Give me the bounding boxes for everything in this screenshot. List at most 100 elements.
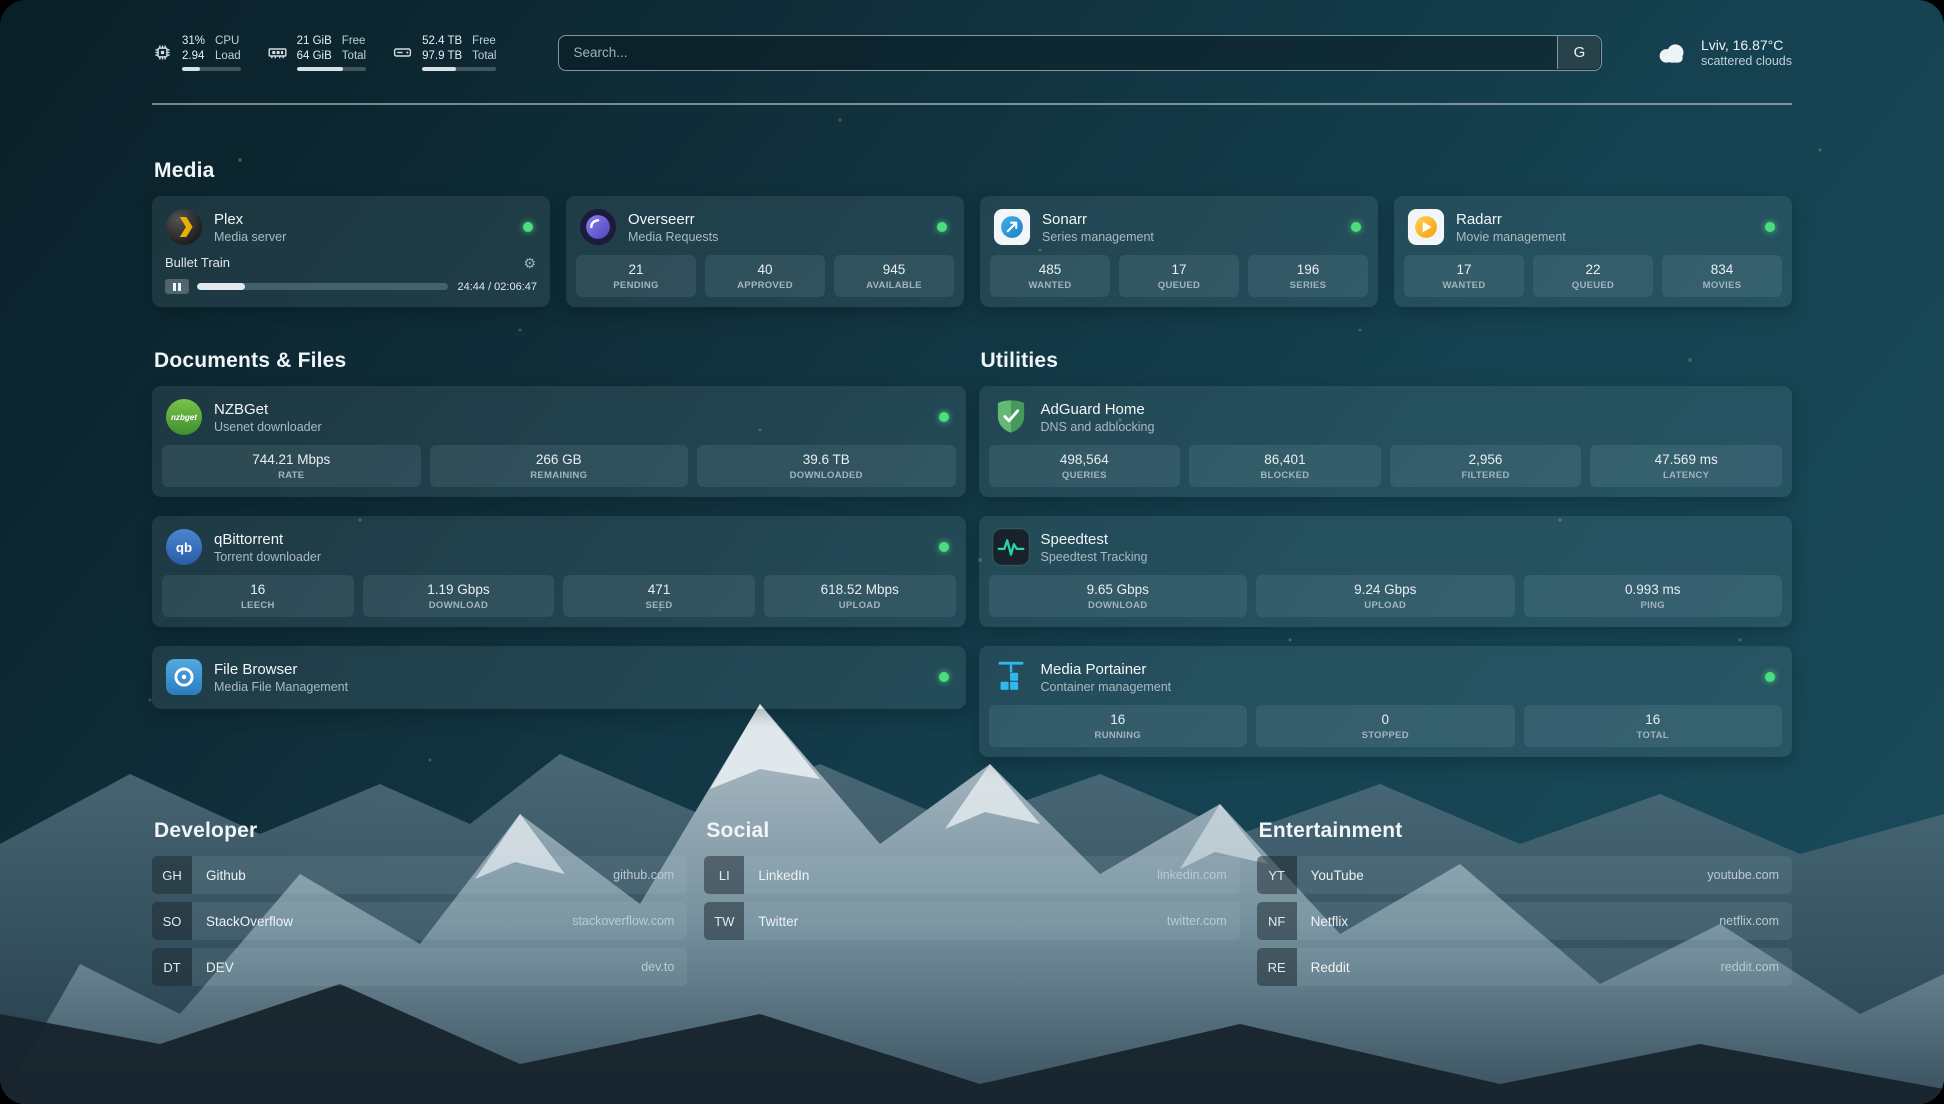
service-names: Media Portainer Container management bbox=[1041, 661, 1755, 694]
bookmarks-area: Developer GH Github github.com SO StackO… bbox=[152, 819, 1792, 986]
service-subtitle: DNS and adblocking bbox=[1041, 420, 1779, 434]
service-card-adguard[interactable]: AdGuard Home DNS and adblocking 498,564 … bbox=[979, 386, 1793, 497]
disk-icon bbox=[392, 42, 413, 63]
stat-value: 485 bbox=[992, 262, 1108, 277]
bookmark-name: YouTube bbox=[1297, 856, 1708, 894]
stat-value: 0.993 ms bbox=[1526, 582, 1781, 597]
service-names: qBittorrent Torrent downloader bbox=[214, 531, 928, 564]
bookmark-name: Github bbox=[192, 856, 613, 894]
memory-data: 21 GiB Free 64 GiB Total bbox=[297, 34, 366, 71]
stat-available: 945 AVAILABLE bbox=[834, 255, 954, 297]
bookmark-domain: linkedin.com bbox=[1157, 856, 1239, 894]
qbittorrent-icon: qb bbox=[165, 528, 203, 566]
search-provider-button[interactable]: G bbox=[1557, 36, 1600, 69]
service-card-portainer[interactable]: Media Portainer Container management 16 … bbox=[979, 646, 1793, 757]
section-developer: Developer GH Github github.com SO StackO… bbox=[152, 819, 687, 986]
stat-value: 2,956 bbox=[1392, 452, 1580, 467]
cpu-bar bbox=[182, 67, 241, 72]
bookmark-dev[interactable]: DT DEV dev.to bbox=[152, 948, 687, 986]
service-name: qBittorrent bbox=[214, 531, 928, 548]
memory-bar-fill bbox=[297, 67, 344, 72]
stat-series: 196 SERIES bbox=[1248, 255, 1368, 297]
service-stats: 485 WANTED 17 QUEUED 196 SERIES bbox=[990, 255, 1368, 297]
stat-label: STOPPED bbox=[1258, 730, 1513, 741]
bookmark-twitter[interactable]: TW Twitter twitter.com bbox=[704, 902, 1239, 940]
bookmark-stackoverflow[interactable]: SO StackOverflow stackoverflow.com bbox=[152, 902, 687, 940]
section-title-documents: Documents & Files bbox=[154, 349, 966, 373]
service-name: Radarr bbox=[1456, 211, 1754, 228]
status-dot bbox=[939, 412, 949, 422]
now-playing-progress-fill bbox=[197, 283, 245, 290]
service-subtitle: Media server bbox=[214, 230, 512, 244]
disk-total-label: Total bbox=[472, 49, 496, 64]
service-stats: 17 WANTED 22 QUEUED 834 MOVIES bbox=[1404, 255, 1782, 297]
bookmark-reddit[interactable]: RE Reddit reddit.com bbox=[1257, 948, 1792, 986]
svg-text:qb: qb bbox=[176, 540, 192, 555]
search-input[interactable] bbox=[558, 35, 1602, 71]
speedtest-icon bbox=[992, 528, 1030, 566]
pause-button[interactable] bbox=[165, 279, 189, 294]
service-stats: 744.21 Mbps RATE 266 GB REMAINING 39.6 T… bbox=[162, 445, 956, 487]
stat-filtered: 2,956 FILTERED bbox=[1390, 445, 1582, 487]
stat-approved: 40 APPROVED bbox=[705, 255, 825, 297]
stat-remaining: 266 GB REMAINING bbox=[430, 445, 689, 487]
stat-value: 498,564 bbox=[991, 452, 1179, 467]
stat-stopped: 0 STOPPED bbox=[1256, 705, 1515, 747]
radarr-icon bbox=[1407, 208, 1445, 246]
stat-download: 9.65 Gbps DOWNLOAD bbox=[989, 575, 1248, 617]
service-card-plex[interactable]: Plex Media server Bullet Train ⚙ 24:44 /… bbox=[152, 196, 550, 307]
stat-label: QUEUED bbox=[1121, 280, 1237, 291]
bookmark-name: Netflix bbox=[1297, 902, 1720, 940]
bookmark-domain: stackoverflow.com bbox=[572, 902, 687, 940]
bookmark-abbr: GH bbox=[152, 856, 192, 894]
service-names: Overseerr Media Requests bbox=[628, 211, 926, 244]
bookmark-github[interactable]: GH Github github.com bbox=[152, 856, 687, 894]
service-names: Radarr Movie management bbox=[1456, 211, 1754, 244]
service-name: Media Portainer bbox=[1041, 661, 1755, 678]
service-card-filebrowser[interactable]: File Browser Media File Management bbox=[152, 646, 966, 709]
service-header: Speedtest Speedtest Tracking bbox=[989, 525, 1783, 575]
memory-total-label: Total bbox=[342, 49, 366, 64]
bookmark-youtube[interactable]: YT YouTube youtube.com bbox=[1257, 856, 1792, 894]
stat-total: 16 TOTAL bbox=[1524, 705, 1783, 747]
stat-label: FILTERED bbox=[1392, 470, 1580, 481]
stat-label: DOWNLOAD bbox=[365, 600, 553, 611]
service-subtitle: Movie management bbox=[1456, 230, 1754, 244]
stat-label: SEED bbox=[565, 600, 753, 611]
service-header: Radarr Movie management bbox=[1404, 205, 1782, 255]
service-card-radarr[interactable]: Radarr Movie management 17 WANTED 22 QUE… bbox=[1394, 196, 1792, 307]
stat-value: 22 bbox=[1535, 262, 1651, 277]
stat-downloaded: 39.6 TB DOWNLOADED bbox=[697, 445, 956, 487]
weather-condition: scattered clouds bbox=[1701, 54, 1792, 68]
stat-rate: 744.21 Mbps RATE bbox=[162, 445, 421, 487]
service-name: NZBGet bbox=[214, 401, 928, 418]
service-card-overseerr[interactable]: Overseerr Media Requests 21 PENDING 40 A… bbox=[566, 196, 964, 307]
bookmark-linkedin[interactable]: LI LinkedIn linkedin.com bbox=[704, 856, 1239, 894]
gear-icon[interactable]: ⚙ bbox=[523, 256, 536, 270]
service-stats: 9.65 Gbps DOWNLOAD 9.24 Gbps UPLOAD 0.99… bbox=[989, 575, 1783, 617]
service-card-sonarr[interactable]: Sonarr Series management 485 WANTED 17 Q… bbox=[980, 196, 1378, 307]
section-title-social: Social bbox=[706, 819, 1239, 843]
stat-upload: 9.24 Gbps UPLOAD bbox=[1256, 575, 1515, 617]
service-subtitle: Media Requests bbox=[628, 230, 926, 244]
disk-widget: 52.4 TB Free 97.9 TB Total bbox=[392, 34, 496, 71]
bookmark-abbr: RE bbox=[1257, 948, 1297, 986]
service-subtitle: Usenet downloader bbox=[214, 420, 928, 434]
disk-data: 52.4 TB Free 97.9 TB Total bbox=[422, 34, 496, 71]
status-dot bbox=[523, 222, 533, 232]
stat-queued: 22 QUEUED bbox=[1533, 255, 1653, 297]
stat-value: 47.569 ms bbox=[1592, 452, 1780, 467]
stat-value: 618.52 Mbps bbox=[766, 582, 954, 597]
section-social: Social LI LinkedIn linkedin.com TW Twitt… bbox=[704, 819, 1239, 940]
bookmark-netflix[interactable]: NF Netflix netflix.com bbox=[1257, 902, 1792, 940]
stat-running: 16 RUNNING bbox=[989, 705, 1248, 747]
service-card-speedtest[interactable]: Speedtest Speedtest Tracking 9.65 Gbps D… bbox=[979, 516, 1793, 627]
stat-value: 17 bbox=[1121, 262, 1237, 277]
two-column-area: Documents & Files nzbget bbox=[152, 349, 1792, 757]
stat-value: 17 bbox=[1406, 262, 1522, 277]
bookmark-name: StackOverflow bbox=[192, 902, 572, 940]
service-header: File Browser Media File Management bbox=[162, 655, 956, 699]
stat-queries: 498,564 QUERIES bbox=[989, 445, 1181, 487]
service-card-nzbget[interactable]: nzbget NZBGet Usenet downloader 744.21 M… bbox=[152, 386, 966, 497]
service-card-qbittorrent[interactable]: qb qBittorrent Torrent downloader 16 bbox=[152, 516, 966, 627]
